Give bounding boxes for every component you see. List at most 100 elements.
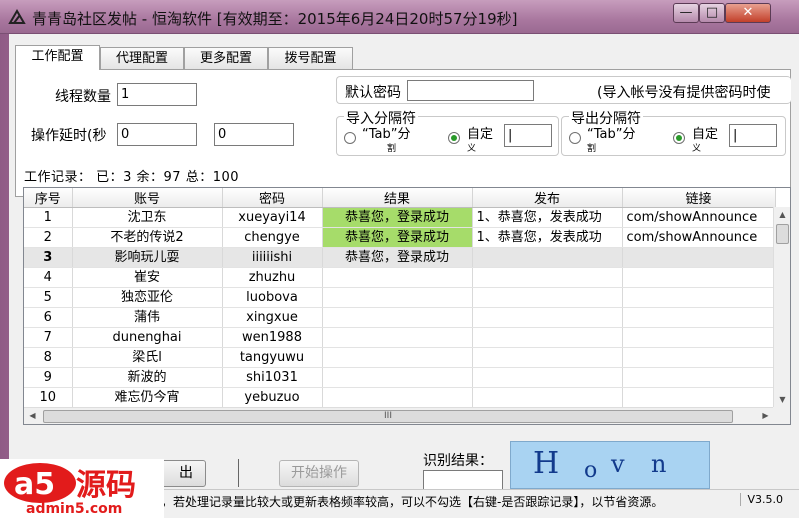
scroll-right-icon[interactable]: ▶ [757, 411, 774, 420]
default-password-input[interactable] [407, 80, 534, 101]
cell-link[interactable] [622, 267, 776, 288]
cell-publish[interactable] [472, 247, 623, 268]
cell-no[interactable]: 1 [24, 207, 73, 228]
col-header-no[interactable]: 序号 [24, 188, 73, 208]
cell-password[interactable]: luobova [222, 287, 323, 308]
cell-publish[interactable] [472, 367, 623, 388]
cell-link[interactable] [622, 327, 776, 348]
cell-no[interactable]: 4 [24, 267, 73, 288]
col-header-account[interactable]: 账号 [72, 188, 223, 208]
cell-result[interactable] [322, 327, 473, 348]
cell-account[interactable]: dunenghai [72, 327, 223, 348]
cell-no[interactable]: 3 [24, 247, 73, 268]
cell-publish[interactable] [472, 287, 623, 308]
cell-result[interactable] [322, 387, 473, 408]
cell-result[interactable] [322, 287, 473, 308]
export-custom-radio[interactable] [673, 132, 685, 144]
cell-password[interactable]: zhuzhu [222, 267, 323, 288]
cell-no[interactable]: 8 [24, 347, 73, 368]
captcha-result-input[interactable] [423, 470, 503, 490]
cell-password[interactable]: wen1988 [222, 327, 323, 348]
cell-link[interactable] [622, 307, 776, 328]
table-row[interactable]: 7 dunenghai wen1988 [24, 327, 776, 348]
tab-more-config[interactable]: 更多配置 [184, 47, 268, 69]
col-header-publish[interactable]: 发布 [472, 188, 623, 208]
maximize-button[interactable]: □ [699, 3, 725, 23]
cell-link[interactable] [622, 247, 776, 268]
cell-publish[interactable]: 1、恭喜您，发表成功 [472, 227, 623, 248]
cell-account[interactable]: 蒲伟 [72, 307, 223, 328]
cell-publish[interactable] [472, 347, 623, 368]
table-row[interactable]: 4 崔安 zhuzhu [24, 267, 776, 288]
cell-link[interactable]: com/showAnnounce [622, 227, 776, 248]
cell-link[interactable] [622, 347, 776, 368]
col-header-password[interactable]: 密码 [222, 188, 323, 208]
cell-no[interactable]: 9 [24, 367, 73, 388]
cell-no[interactable]: 6 [24, 307, 73, 328]
cell-link[interactable] [622, 387, 776, 408]
start-operation-button[interactable]: 开始操作 [279, 460, 359, 487]
cell-result[interactable] [322, 347, 473, 368]
captcha-image[interactable]: H o v n [510, 441, 710, 489]
import-custom-radio[interactable] [448, 132, 460, 144]
table-row[interactable]: 2 不老的传说2 chengye 恭喜您，登录成功 1、恭喜您，发表成功 com/show… [24, 227, 776, 248]
cell-publish[interactable] [472, 267, 623, 288]
cell-account[interactable]: 影响玩儿耍 [72, 247, 223, 268]
cell-account[interactable]: 崔安 [72, 267, 223, 288]
minimize-button[interactable]: — [673, 3, 699, 23]
cell-account[interactable]: 梁氏l [72, 347, 223, 368]
cell-account[interactable]: 新波的 [72, 367, 223, 388]
table-row[interactable]: 10 难忘仍今宵 yebuzuo [24, 387, 776, 408]
cell-account[interactable]: 沈卫东 [72, 207, 223, 228]
col-header-link[interactable]: 链接 [622, 188, 776, 208]
cell-account[interactable]: 不老的传说2 [72, 227, 223, 248]
cell-link[interactable] [622, 287, 776, 308]
horizontal-scroll-thumb[interactable]: III [43, 410, 733, 423]
cell-password[interactable]: yebuzuo [222, 387, 323, 408]
scroll-left-icon[interactable]: ◀ [24, 411, 41, 420]
import-tab-radio[interactable] [344, 132, 356, 144]
cell-password[interactable]: shi1031 [222, 367, 323, 388]
cell-password[interactable]: chengye [222, 227, 323, 248]
tab-dial-config[interactable]: 拨号配置 [268, 47, 353, 69]
close-button[interactable]: ✕ [725, 3, 771, 23]
table-row[interactable]: 8 梁氏l tangyuwu [24, 347, 776, 368]
tab-proxy-config[interactable]: 代理配置 [100, 47, 184, 69]
cell-publish[interactable]: 1、恭喜您，发表成功 [472, 207, 623, 228]
cell-result[interactable] [322, 367, 473, 388]
table-row[interactable]: 3 影响玩儿耍 iiiiiishi 恭喜您，登录成功 [24, 247, 776, 268]
cell-publish[interactable] [472, 307, 623, 328]
cell-publish[interactable] [472, 387, 623, 408]
cell-result[interactable]: 恭喜您，登录成功 [322, 207, 473, 228]
cell-account[interactable]: 难忘仍今宵 [72, 387, 223, 408]
vertical-scroll-thumb[interactable] [776, 224, 789, 244]
scroll-down-icon[interactable]: ▼ [774, 395, 790, 404]
table-row[interactable]: 6 蒲伟 xingxue [24, 307, 776, 328]
cell-result[interactable]: 恭喜您，登录成功 [322, 227, 473, 248]
table-row[interactable]: 5 独恋亚伦 luobova [24, 287, 776, 308]
cell-no[interactable]: 5 [24, 287, 73, 308]
delay-max-input[interactable]: 0 [214, 123, 294, 146]
horizontal-scrollbar[interactable]: ◀ III ▶ [24, 407, 774, 424]
cell-link[interactable]: com/showAnnounce [622, 207, 776, 228]
cell-publish[interactable] [472, 327, 623, 348]
export-tab-radio[interactable] [569, 132, 581, 144]
cell-no[interactable]: 7 [24, 327, 73, 348]
cell-password[interactable]: iiiiiishi [222, 247, 323, 268]
table-row[interactable]: 9 新波的 shi1031 [24, 367, 776, 388]
cell-link[interactable] [622, 367, 776, 388]
table-row[interactable]: 1 沈卫东 xueyayi14 恭喜您，登录成功 1、恭喜您，发表成功 com/showA… [24, 207, 776, 228]
col-header-result[interactable]: 结果 [322, 188, 473, 208]
cell-result[interactable] [322, 267, 473, 288]
cell-result[interactable] [322, 307, 473, 328]
scroll-up-icon[interactable]: ▲ [774, 210, 790, 219]
cell-password[interactable]: tangyuwu [222, 347, 323, 368]
cell-password[interactable]: xingxue [222, 307, 323, 328]
vertical-scrollbar[interactable]: ▲ ▼ [773, 207, 790, 407]
import-separator-input[interactable]: | [504, 124, 552, 147]
thread-count-input[interactable]: 1 [117, 83, 197, 106]
cell-result[interactable]: 恭喜您，登录成功 [322, 247, 473, 268]
cell-password[interactable]: xueyayi14 [222, 207, 323, 228]
cell-account[interactable]: 独恋亚伦 [72, 287, 223, 308]
export-separator-input[interactable]: | [729, 124, 777, 147]
